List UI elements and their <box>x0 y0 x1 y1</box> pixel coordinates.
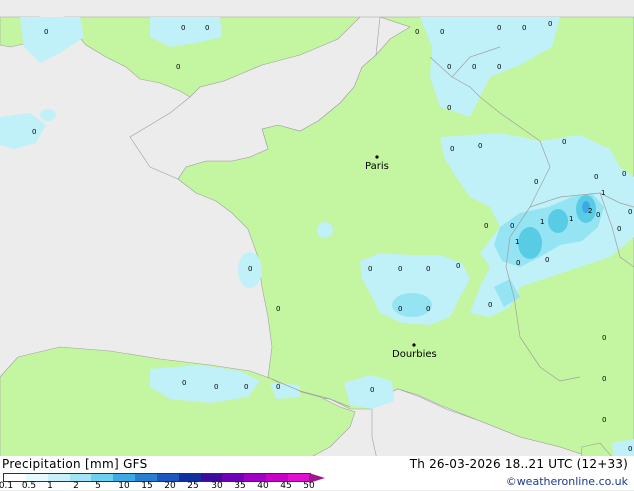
precip-value: 0 <box>176 63 180 71</box>
precip-value: 0 <box>622 170 626 178</box>
legend-title: Precipitation [mm] GFS <box>2 457 148 471</box>
precip-value: 0 <box>456 262 460 270</box>
credit-link[interactable]: ©weatheronline.co.uk <box>506 475 628 488</box>
precip-value: 0 <box>545 256 549 264</box>
precip-value: 0 <box>181 24 185 32</box>
precipitation-map: 0 0 0 0 0 0 0 0 0 0 0 0 0 0 0 0 0 0 0 0 … <box>0 16 634 474</box>
scale-swatch <box>244 474 267 481</box>
precip-value: 0 <box>548 20 552 28</box>
legend-footer: Precipitation [mm] GFS Th 26-03-2026 18.… <box>0 456 634 491</box>
precip-value: 0 <box>426 265 430 273</box>
scale-swatch <box>4 474 26 481</box>
precip-value: 0 <box>415 28 419 36</box>
precip-value: 0 <box>516 259 520 267</box>
precip-value: 0 <box>398 265 402 273</box>
scale-swatch <box>135 474 157 481</box>
precip-value: 0 <box>497 63 501 71</box>
precip-value: 0 <box>426 305 430 313</box>
forecast-date: Th 26-03-2026 18..21 UTC (12+33) <box>409 457 628 471</box>
scale-swatch <box>156 474 179 481</box>
precip-value: 0 <box>447 104 451 112</box>
scale-swatch <box>178 474 201 481</box>
precip-value: 0 <box>628 445 632 453</box>
precip-value: 0 <box>440 28 444 36</box>
precip-value: 0 <box>628 208 632 216</box>
precip-value: 0 <box>214 383 218 391</box>
precip-value: 0 <box>276 383 280 391</box>
precip-value: 0 <box>594 173 598 181</box>
precip-value: 0 <box>534 178 538 186</box>
precip-value: 0 <box>244 383 248 391</box>
precip-value: 1 <box>540 218 544 226</box>
precip-value: 0 <box>276 305 280 313</box>
scale-swatch <box>47 474 70 481</box>
precip-value: 0 <box>522 24 526 32</box>
precip-value: 0 <box>368 265 372 273</box>
scale-swatch <box>222 474 245 481</box>
scale-swatch <box>69 474 92 481</box>
scale-swatch <box>266 474 288 481</box>
scale-swatch <box>113 474 136 481</box>
precip-value: 0 <box>497 24 501 32</box>
precip-value: 0 <box>205 24 209 32</box>
precip-value: 0 <box>617 225 621 233</box>
precip-value: 0 <box>488 301 492 309</box>
precip-value: 0 <box>44 28 48 36</box>
precip-value: 0 <box>484 222 488 230</box>
precip-value: 1 <box>601 189 605 197</box>
precip-value: 0 <box>370 386 374 394</box>
precip-value: 0 <box>182 379 186 387</box>
city-label: Dourbies <box>392 349 437 360</box>
precip-value: 0 <box>602 375 606 383</box>
scale-swatch <box>91 474 114 481</box>
precip-value: 2 <box>588 207 592 215</box>
precip-value: 0 <box>478 142 482 150</box>
precip-value: 0 <box>596 211 600 219</box>
precip-value: 0 <box>450 145 454 153</box>
precip-value: 0 <box>602 416 606 424</box>
precip-value: 0 <box>562 138 566 146</box>
precip-value: 0 <box>398 305 402 313</box>
scale-swatch <box>200 474 223 481</box>
scale-swatch <box>287 474 310 481</box>
precip-value: 0 <box>510 222 514 230</box>
precip-value: 0 <box>248 265 252 273</box>
precip-value: 1 <box>515 238 519 246</box>
precip-value: 0 <box>447 63 451 71</box>
precip-value: 0 <box>602 334 606 342</box>
scale-swatch <box>25 474 48 481</box>
precip-value: 1 <box>569 215 573 223</box>
city-label: Paris <box>365 161 389 172</box>
precip-value: 0 <box>32 128 36 136</box>
precip-value: 0 <box>472 63 476 71</box>
